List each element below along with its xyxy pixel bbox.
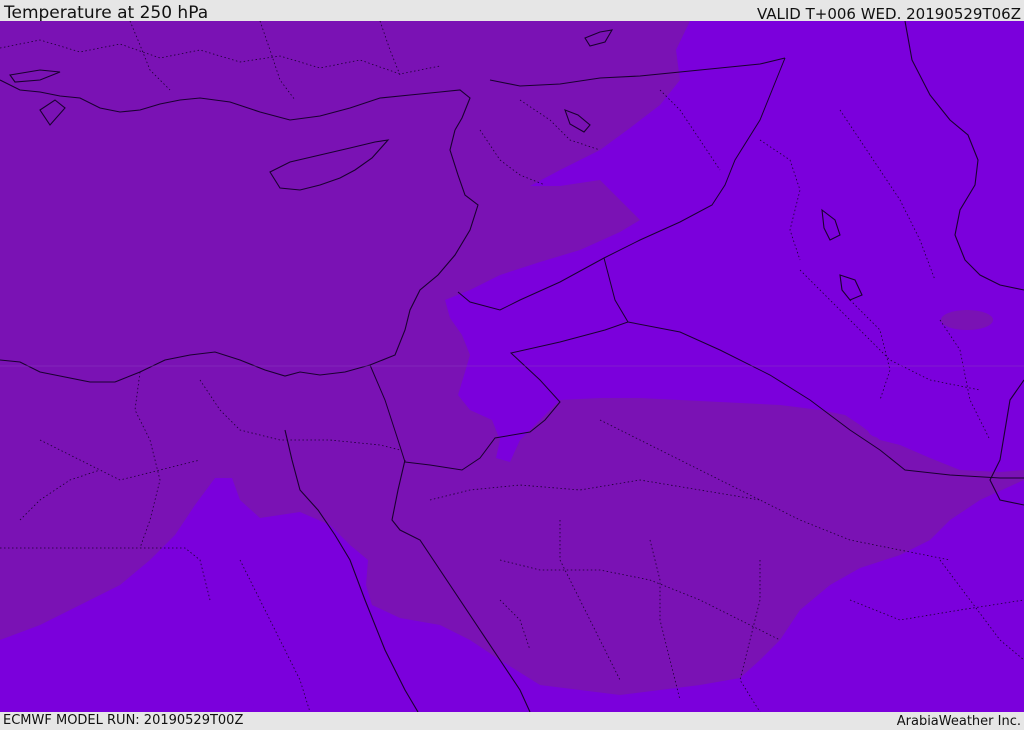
weather-map[interactable] xyxy=(0,21,1024,712)
credit-label: ArabiaWeather Inc. xyxy=(896,714,1021,729)
header-bar: Temperature at 250 hPa VALID T+006 WED. … xyxy=(0,0,1024,23)
model-run-label: ECMWF MODEL RUN: 20190529T00Z xyxy=(3,713,244,728)
footer-bar: ECMWF MODEL RUN: 20190529T00Z ArabiaWeat… xyxy=(0,712,1024,729)
cold-patch-small xyxy=(868,422,896,438)
map-canvas xyxy=(0,21,1024,712)
warm-patch-east xyxy=(941,310,993,330)
